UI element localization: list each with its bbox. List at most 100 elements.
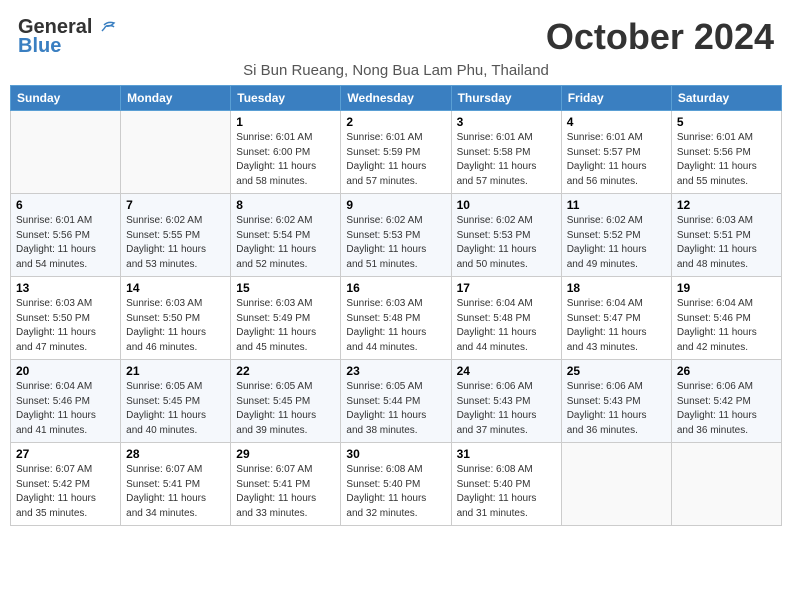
day-number: 2 [346, 115, 445, 129]
logo-blue: Blue [18, 35, 61, 58]
calendar-cell: 3Sunrise: 6:01 AM Sunset: 5:58 PM Daylig… [451, 111, 561, 194]
day-info: Sunrise: 6:02 AM Sunset: 5:54 PM Dayligh… [236, 214, 335, 272]
day-number: 23 [346, 364, 445, 378]
day-number: 10 [457, 198, 556, 212]
day-number: 20 [16, 364, 115, 378]
day-number: 21 [126, 364, 225, 378]
day-info: Sunrise: 6:04 AM Sunset: 5:46 PM Dayligh… [677, 297, 776, 355]
day-info: Sunrise: 6:02 AM Sunset: 5:53 PM Dayligh… [346, 214, 445, 272]
weekday-header-wednesday: Wednesday [341, 86, 451, 111]
calendar-table: SundayMondayTuesdayWednesdayThursdayFrid… [10, 85, 782, 526]
day-info: Sunrise: 6:07 AM Sunset: 5:41 PM Dayligh… [126, 463, 225, 521]
calendar-cell: 5 Sunrise: 6:01 AM Sunset: 5:56 PM Daylig… [671, 111, 781, 194]
calendar-cell: 30Sunrise: 6:08 AM Sunset: 5:40 PM Dayli… [341, 443, 451, 526]
page-header: General Blue October 2024 [10, 10, 782, 58]
calendar-week-5: 27Sunrise: 6:07 AM Sunset: 5:42 PM Dayli… [11, 443, 782, 526]
calendar-cell: 26 Sunrise: 6:06 AM Sunset: 5:42 PM Dayli… [671, 360, 781, 443]
calendar-cell: 23 Sunrise: 6:05 AM Sunset: 5:44 PM Dayli… [341, 360, 451, 443]
calendar-cell: 31Sunrise: 6:08 AM Sunset: 5:40 PM Dayli… [451, 443, 561, 526]
day-info: Sunrise: 6:01 AM Sunset: 5:57 PM Dayligh… [567, 131, 666, 189]
day-number: 29 [236, 447, 335, 461]
day-number: 5 [677, 115, 776, 129]
weekday-header-sunday: Sunday [11, 86, 121, 111]
calendar-cell: 27Sunrise: 6:07 AM Sunset: 5:42 PM Dayli… [11, 443, 121, 526]
calendar-cell: 7Sunrise: 6:02 AM Sunset: 5:55 PM Daylig… [121, 194, 231, 277]
calendar-week-4: 20 Sunrise: 6:04 AM Sunset: 5:46 PM Dayli… [11, 360, 782, 443]
calendar-cell: 21 Sunrise: 6:05 AM Sunset: 5:45 PM Dayli… [121, 360, 231, 443]
day-info: Sunrise: 6:05 AM Sunset: 5:45 PM Dayligh… [236, 380, 335, 438]
day-info: Sunrise: 6:05 AM Sunset: 5:45 PM Dayligh… [126, 380, 225, 438]
day-info: Sunrise: 6:02 AM Sunset: 5:52 PM Dayligh… [567, 214, 666, 272]
day-info: Sunrise: 6:03 AM Sunset: 5:50 PM Dayligh… [16, 297, 115, 355]
logo: General Blue [18, 16, 118, 58]
day-info: Sunrise: 6:04 AM Sunset: 5:48 PM Dayligh… [457, 297, 556, 355]
calendar-cell: 8 Sunrise: 6:02 AM Sunset: 5:54 PM Daylig… [231, 194, 341, 277]
calendar-week-1: 1 Sunrise: 6:01 AM Sunset: 6:00 PM Daylig… [11, 111, 782, 194]
calendar-cell: 19 Sunrise: 6:04 AM Sunset: 5:46 PM Dayli… [671, 277, 781, 360]
calendar-cell: 24Sunrise: 6:06 AM Sunset: 5:43 PM Dayli… [451, 360, 561, 443]
day-info: Sunrise: 6:03 AM Sunset: 5:48 PM Dayligh… [346, 297, 445, 355]
day-info: Sunrise: 6:01 AM Sunset: 6:00 PM Dayligh… [236, 131, 335, 189]
calendar-week-3: 13 Sunrise: 6:03 AM Sunset: 5:50 PM Dayli… [11, 277, 782, 360]
calendar-cell: 4Sunrise: 6:01 AM Sunset: 5:57 PM Daylig… [561, 111, 671, 194]
calendar-cell: 2 Sunrise: 6:01 AM Sunset: 5:59 PM Daylig… [341, 111, 451, 194]
day-info: Sunrise: 6:06 AM Sunset: 5:43 PM Dayligh… [567, 380, 666, 438]
day-number: 16 [346, 281, 445, 295]
day-number: 1 [236, 115, 335, 129]
day-number: 26 [677, 364, 776, 378]
day-info: Sunrise: 6:08 AM Sunset: 5:40 PM Dayligh… [457, 463, 556, 521]
calendar-cell: 22Sunrise: 6:05 AM Sunset: 5:45 PM Dayli… [231, 360, 341, 443]
calendar-body: 1 Sunrise: 6:01 AM Sunset: 6:00 PM Daylig… [11, 111, 782, 526]
day-info: Sunrise: 6:01 AM Sunset: 5:56 PM Dayligh… [16, 214, 115, 272]
weekday-header-friday: Friday [561, 86, 671, 111]
month-title: October 2024 [546, 16, 774, 58]
calendar-cell: 28 Sunrise: 6:07 AM Sunset: 5:41 PM Dayli… [121, 443, 231, 526]
day-number: 19 [677, 281, 776, 295]
calendar-cell: 10 Sunrise: 6:02 AM Sunset: 5:53 PM Dayli… [451, 194, 561, 277]
day-number: 18 [567, 281, 666, 295]
weekday-header-thursday: Thursday [451, 86, 561, 111]
day-number: 15 [236, 281, 335, 295]
calendar-cell: 13 Sunrise: 6:03 AM Sunset: 5:50 PM Dayli… [11, 277, 121, 360]
day-info: Sunrise: 6:03 AM Sunset: 5:51 PM Dayligh… [677, 214, 776, 272]
day-number: 6 [16, 198, 115, 212]
day-number: 28 [126, 447, 225, 461]
day-info: Sunrise: 6:04 AM Sunset: 5:46 PM Dayligh… [16, 380, 115, 438]
calendar-cell: 12 Sunrise: 6:03 AM Sunset: 5:51 PM Dayli… [671, 194, 781, 277]
day-number: 30 [346, 447, 445, 461]
weekday-header-saturday: Saturday [671, 86, 781, 111]
weekday-header-tuesday: Tuesday [231, 86, 341, 111]
day-info: Sunrise: 6:01 AM Sunset: 5:56 PM Dayligh… [677, 131, 776, 189]
calendar-cell [561, 443, 671, 526]
day-number: 13 [16, 281, 115, 295]
calendar-cell: 18Sunrise: 6:04 AM Sunset: 5:47 PM Dayli… [561, 277, 671, 360]
day-info: Sunrise: 6:06 AM Sunset: 5:43 PM Dayligh… [457, 380, 556, 438]
calendar-cell: 17Sunrise: 6:04 AM Sunset: 5:48 PM Dayli… [451, 277, 561, 360]
day-number: 11 [567, 198, 666, 212]
calendar-cell: 1 Sunrise: 6:01 AM Sunset: 6:00 PM Daylig… [231, 111, 341, 194]
weekday-header-monday: Monday [121, 86, 231, 111]
calendar-cell: 6 Sunrise: 6:01 AM Sunset: 5:56 PM Daylig… [11, 194, 121, 277]
location-subtitle: Si Bun Rueang, Nong Bua Lam Phu, Thailan… [10, 62, 782, 79]
day-number: 14 [126, 281, 225, 295]
day-info: Sunrise: 6:02 AM Sunset: 5:53 PM Dayligh… [457, 214, 556, 272]
calendar-cell: 29Sunrise: 6:07 AM Sunset: 5:41 PM Dayli… [231, 443, 341, 526]
calendar-cell [11, 111, 121, 194]
day-number: 8 [236, 198, 335, 212]
day-info: Sunrise: 6:01 AM Sunset: 5:59 PM Dayligh… [346, 131, 445, 189]
day-number: 9 [346, 198, 445, 212]
day-info: Sunrise: 6:05 AM Sunset: 5:44 PM Dayligh… [346, 380, 445, 438]
calendar-cell: 14 Sunrise: 6:03 AM Sunset: 5:50 PM Dayli… [121, 277, 231, 360]
day-number: 25 [567, 364, 666, 378]
calendar-cell: 20 Sunrise: 6:04 AM Sunset: 5:46 PM Dayli… [11, 360, 121, 443]
day-info: Sunrise: 6:03 AM Sunset: 5:50 PM Dayligh… [126, 297, 225, 355]
logo-bird-icon [96, 19, 118, 37]
calendar-cell: 9 Sunrise: 6:02 AM Sunset: 5:53 PM Daylig… [341, 194, 451, 277]
day-info: Sunrise: 6:03 AM Sunset: 5:49 PM Dayligh… [236, 297, 335, 355]
calendar-cell: 11 Sunrise: 6:02 AM Sunset: 5:52 PM Dayli… [561, 194, 671, 277]
calendar-cell: 25 Sunrise: 6:06 AM Sunset: 5:43 PM Dayli… [561, 360, 671, 443]
day-number: 12 [677, 198, 776, 212]
day-number: 3 [457, 115, 556, 129]
day-info: Sunrise: 6:06 AM Sunset: 5:42 PM Dayligh… [677, 380, 776, 438]
weekday-header-row: SundayMondayTuesdayWednesdayThursdayFrid… [11, 86, 782, 111]
